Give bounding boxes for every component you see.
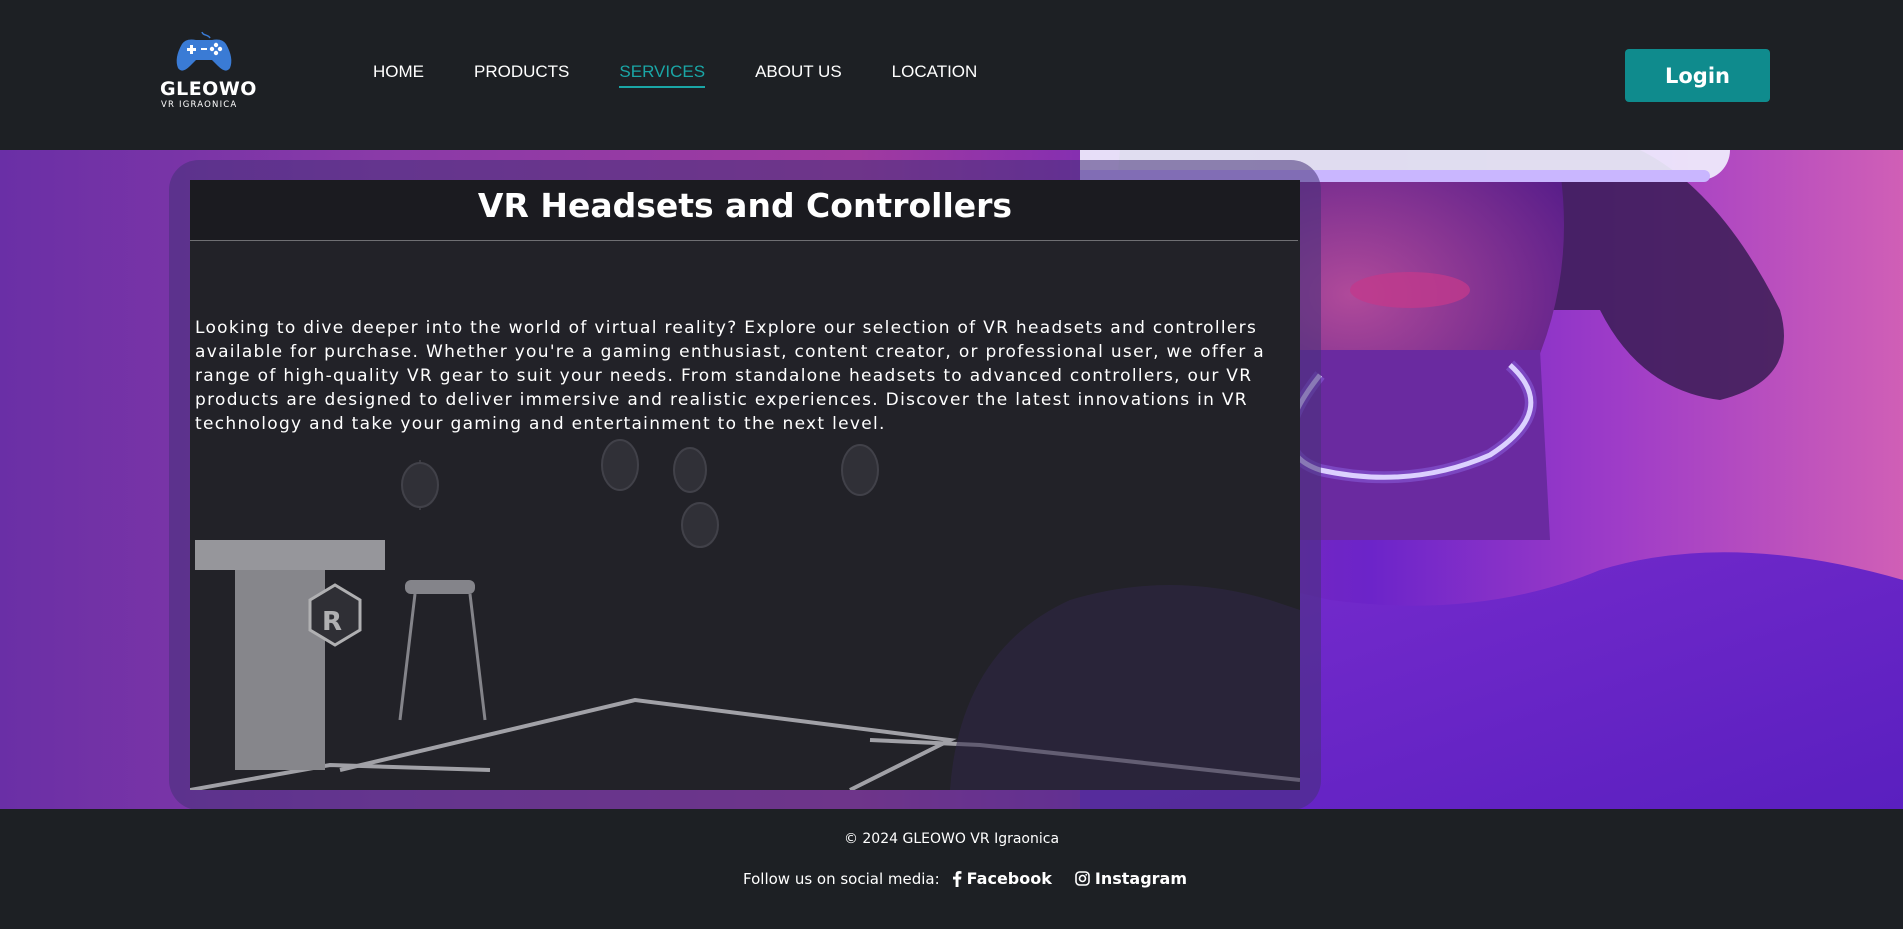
login-button[interactable]: Login (1625, 49, 1770, 102)
main-nav: HOME PRODUCTS SERVICES ABOUT US LOCATION (373, 62, 1027, 88)
social-label: Follow us on social media: (743, 869, 940, 888)
page-title: VR Headsets and Controllers (477, 186, 1013, 225)
social-links: Follow us on social media: Facebook Inst… (743, 869, 1210, 888)
vr-arena-image: R (190, 180, 1300, 790)
facebook-icon (952, 871, 962, 887)
hero-section: R VR Headsets and Controllers Looking to… (0, 150, 1903, 809)
instagram-icon (1075, 871, 1090, 886)
nav-home[interactable]: HOME (373, 62, 424, 88)
nav-products[interactable]: PRODUCTS (474, 62, 569, 88)
site-footer: © 2024 GLEOWO VR Igraonica Follow us on … (0, 809, 1903, 929)
instagram-label: Instagram (1094, 869, 1187, 888)
intro-paragraph: Looking to dive deeper into the world of… (195, 318, 1265, 434)
copyright-text: © 2024 GLEOWO VR Igraonica (843, 831, 1060, 847)
logo[interactable]: GLEOWO VR IGRAONICA (160, 30, 257, 112)
content-panel: R VR Headsets and Controllers Looking to… (190, 180, 1300, 790)
facebook-link[interactable]: Facebook (952, 869, 1052, 888)
logo-name: GLEOWO (160, 78, 257, 100)
nav-location[interactable]: LOCATION (892, 62, 978, 88)
facebook-label: Facebook (966, 869, 1052, 888)
title-divider (190, 240, 1298, 241)
site-header: GLEOWO VR IGRAONICA HOME PRODUCTS SERVIC… (0, 0, 1903, 150)
logo-subtitle: VR IGRAONICA (161, 100, 238, 110)
nav-about-us[interactable]: ABOUT US (755, 62, 842, 88)
nav-services[interactable]: SERVICES (619, 62, 705, 88)
instagram-link[interactable]: Instagram (1075, 869, 1187, 888)
gamepad-icon (176, 31, 232, 71)
